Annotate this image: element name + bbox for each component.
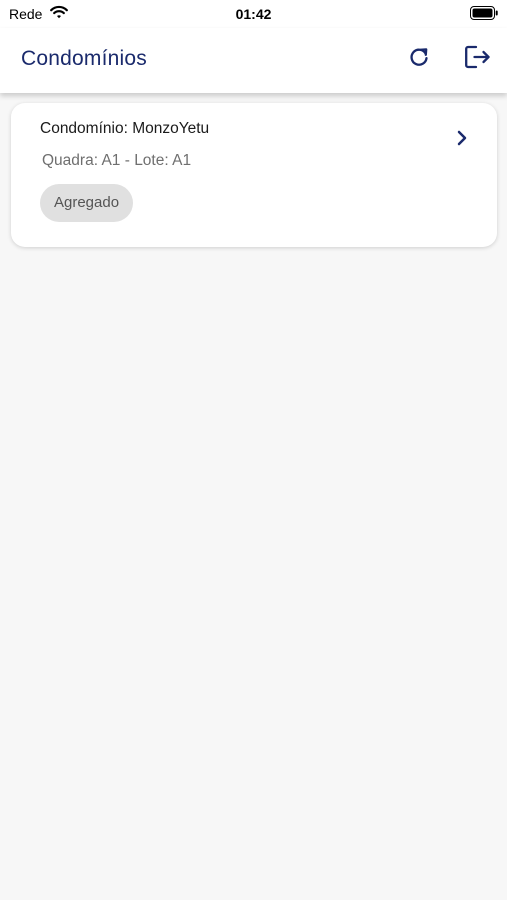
refresh-button[interactable] [404, 44, 434, 74]
condominium-title: Condomínio: MonzoYetu [40, 120, 210, 137]
status-badge: Agregado [40, 184, 134, 222]
page-title: Condomínios [21, 47, 147, 70]
condominium-card[interactable]: Condomínio: MonzoYetu Quadra: A1 - Lote:… [11, 103, 497, 247]
logout-button[interactable] [463, 44, 493, 74]
app-bar: Condomínios [0, 28, 507, 93]
condominium-list: Condomínio: MonzoYetu Quadra: A1 - Lote:… [0, 93, 507, 900]
status-bar: Rede 01:42 [0, 0, 507, 28]
refresh-icon [407, 45, 431, 74]
logout-icon [464, 44, 492, 75]
chevron-right-icon [455, 129, 469, 147]
condominium-location: Quadra: A1 - Lote: A1 [42, 152, 192, 169]
battery-icon [470, 6, 498, 20]
status-time: 01:42 [235, 6, 272, 22]
